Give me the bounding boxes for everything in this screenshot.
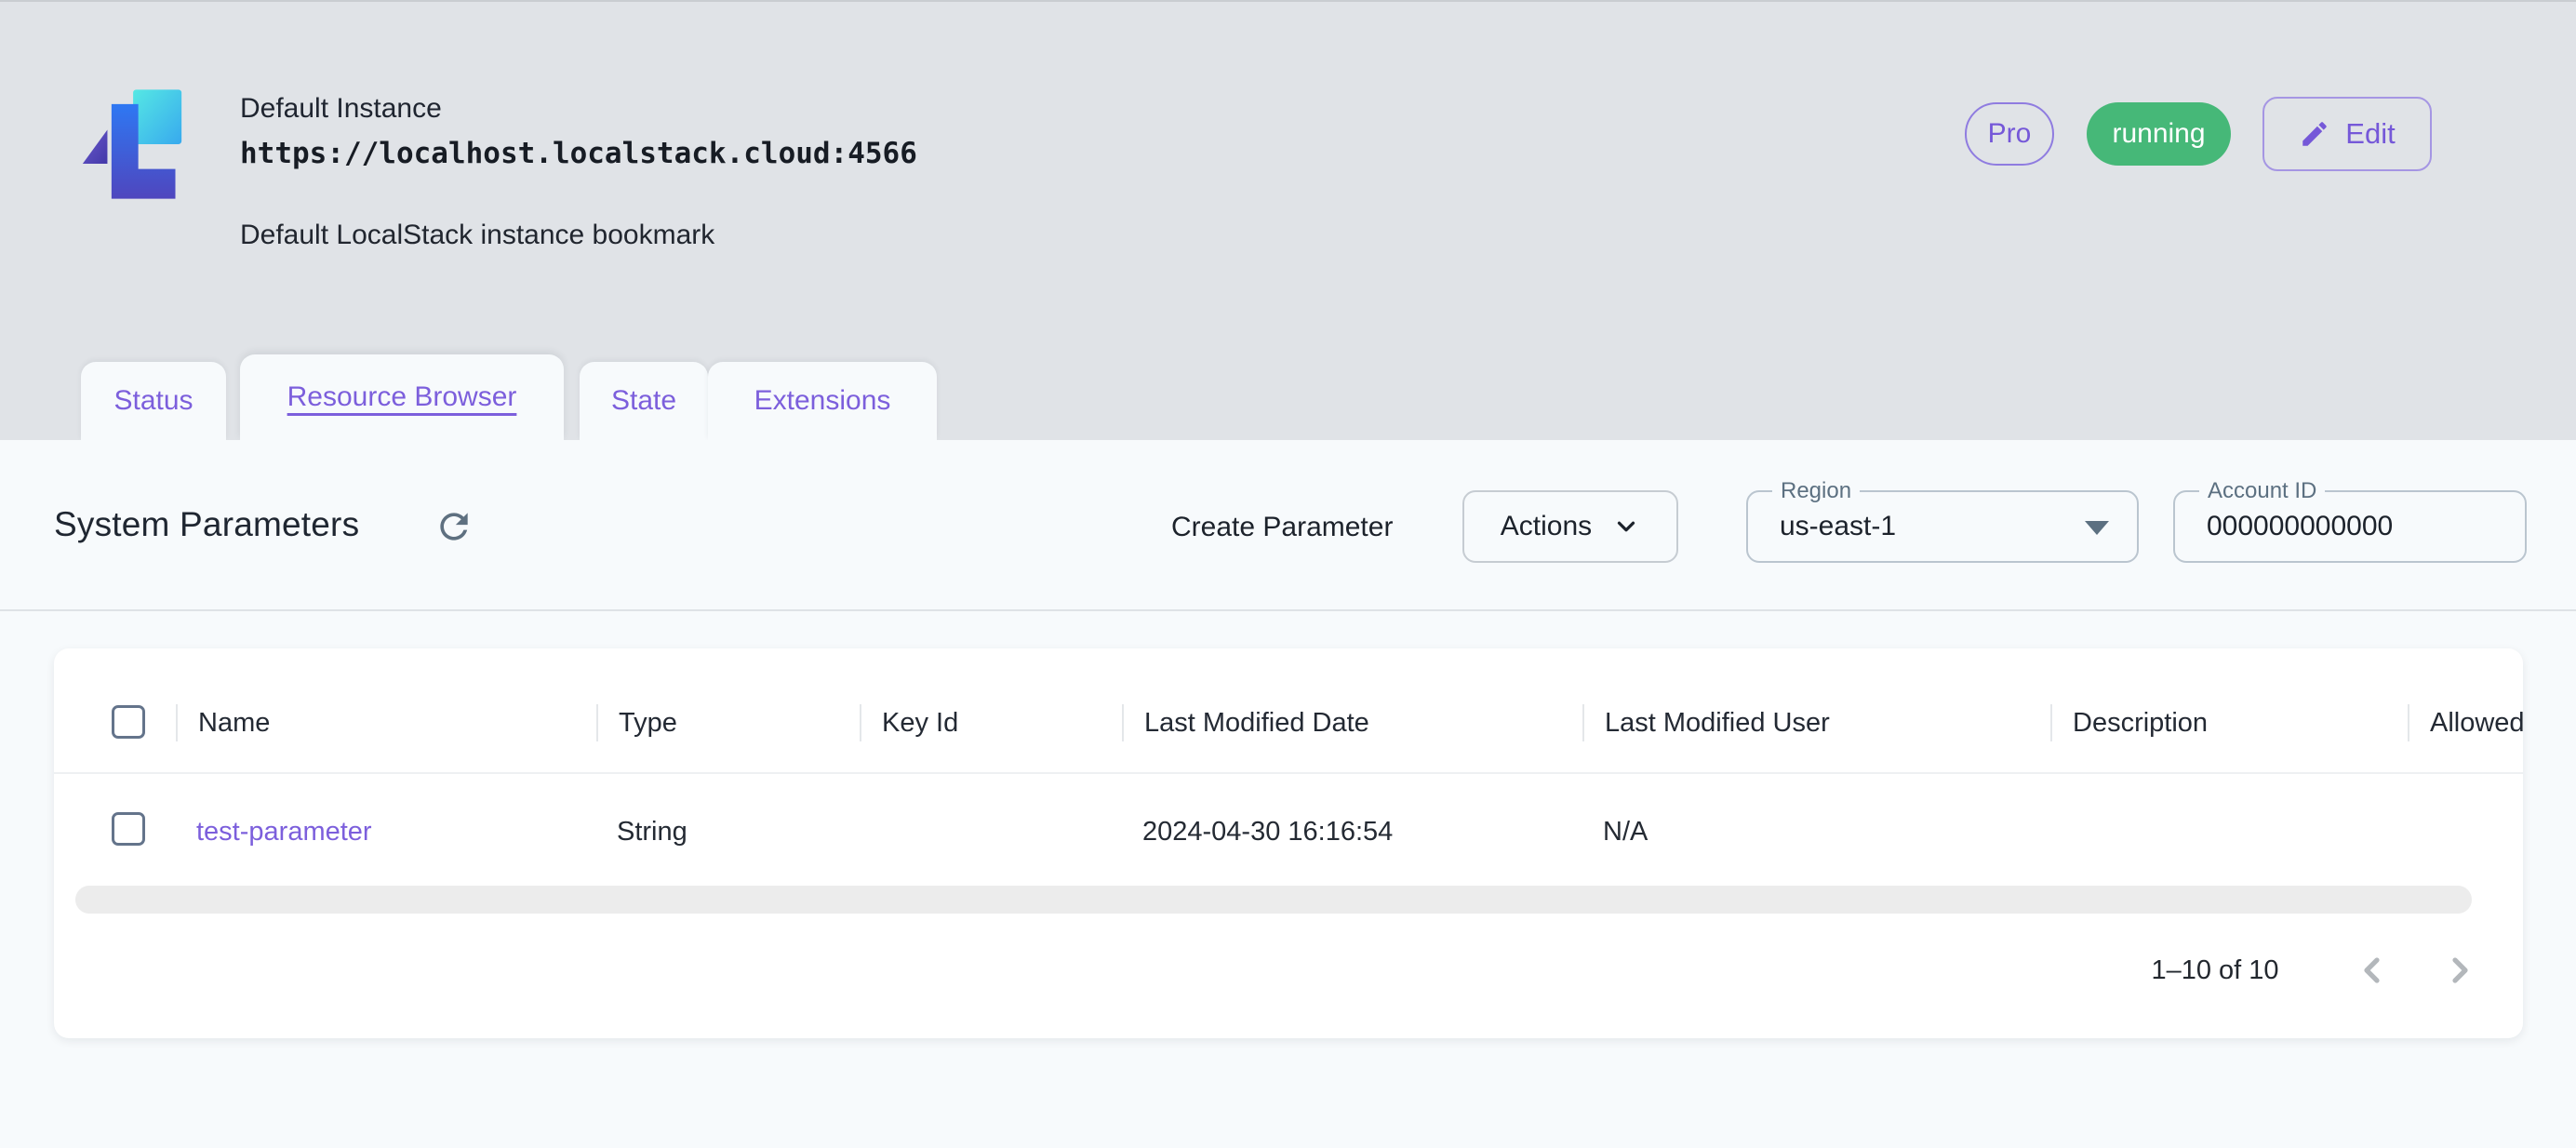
column-divider (2408, 704, 2409, 741)
pagination-range-label: 1–10 of 10 (2136, 945, 2294, 995)
pro-plan-badge-label: Pro (1988, 118, 2032, 150)
tab-resource-browser-label: Resource Browser (287, 381, 517, 413)
chevron-down-icon (1612, 513, 1640, 541)
refresh-icon[interactable] (434, 506, 474, 547)
column-header-last-modified-user[interactable]: Last Modified User (1582, 698, 1830, 748)
parameter-last-modified-date-cell: 2024-04-30 16:16:54 (1142, 807, 1393, 857)
tab-status[interactable]: Status (81, 362, 226, 440)
page-title: System Parameters (54, 505, 359, 544)
tab-state-label: State (611, 385, 676, 417)
column-header-name[interactable]: Name (176, 698, 270, 748)
account-id-field[interactable]: Account ID 000000000000 (2173, 490, 2527, 563)
pro-plan-badge: Pro (1965, 102, 2054, 166)
column-divider (2050, 704, 2052, 741)
window-top-border (0, 0, 2576, 2)
localstack-logo-icon (80, 87, 184, 202)
column-header-allowed[interactable]: Allowed (2408, 698, 2523, 748)
status-badge-label: running (2112, 118, 2205, 150)
status-badge: running (2087, 102, 2231, 166)
actions-dropdown-label: Actions (1501, 511, 1592, 542)
column-divider (1582, 704, 1584, 741)
toolbar-divider (0, 609, 2576, 611)
instance-description: Default LocalStack instance bookmark (240, 220, 714, 251)
horizontal-scrollbar[interactable] (75, 886, 2472, 914)
tab-resource-browser[interactable]: Resource Browser (240, 354, 564, 440)
account-id-field-value: 000000000000 (2207, 492, 2393, 561)
select-all-checkbox[interactable] (112, 705, 145, 739)
table-header-divider (54, 772, 2523, 774)
parameter-name-link[interactable]: test-parameter (196, 807, 372, 857)
column-divider (860, 704, 861, 741)
parameter-type-cell: String (617, 807, 687, 857)
tab-extensions[interactable]: Extensions (708, 362, 937, 440)
column-header-last-modified-date[interactable]: Last Modified Date (1122, 698, 1369, 748)
instance-url: https://localhost.localstack.cloud:4566 (240, 137, 917, 170)
column-divider (596, 704, 598, 741)
edit-button[interactable]: Edit (2262, 97, 2432, 171)
column-header-description[interactable]: Description (2050, 698, 2208, 748)
next-page-icon[interactable] (2437, 948, 2482, 993)
actions-dropdown-button[interactable]: Actions (1462, 490, 1678, 563)
tab-state[interactable]: State (580, 362, 708, 440)
column-divider (1122, 704, 1124, 741)
row-checkbox[interactable] (112, 812, 145, 846)
column-header-key-id[interactable]: Key Id (860, 698, 958, 748)
tab-extensions-label: Extensions (754, 385, 891, 417)
pencil-icon (2299, 118, 2330, 150)
region-select[interactable]: Region us-east-1 (1746, 490, 2139, 563)
localstack-instance-page: Default Instance https://localhost.local… (0, 0, 2576, 1148)
select-arrow-icon (2085, 521, 2109, 535)
column-divider (176, 704, 178, 741)
instance-title: Default Instance (240, 93, 442, 125)
edit-button-label: Edit (2345, 117, 2395, 151)
region-select-value: us-east-1 (1780, 492, 1896, 561)
tab-status-label: Status (113, 385, 193, 417)
create-parameter-button[interactable]: Create Parameter (1171, 512, 1393, 543)
parameters-table-card: Name Type Key Id Last Modified Date Last… (54, 648, 2523, 1038)
parameter-last-modified-user-cell: N/A (1603, 807, 1648, 857)
column-header-type[interactable]: Type (596, 698, 677, 748)
previous-page-icon[interactable] (2350, 948, 2395, 993)
instance-header: Default Instance https://localhost.local… (0, 0, 2576, 440)
